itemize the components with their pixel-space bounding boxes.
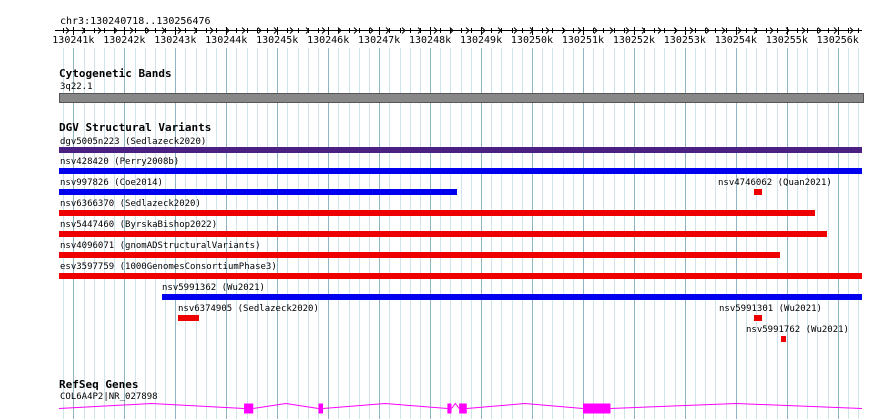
- dgv-feature-bar[interactable]: [59, 252, 780, 258]
- ruler-tick-label: 130246k: [307, 35, 350, 46]
- ruler-tick-label: 130252k: [612, 35, 655, 46]
- dgv-feature-label[interactable]: nsv6366370 (Sedlazeck2020): [60, 199, 201, 209]
- dgv-feature-label[interactable]: nsv5991362 (Wu2021): [162, 283, 265, 293]
- dgv-feature-label[interactable]: nsv6374905 (Sedlazeck2020): [178, 304, 319, 314]
- ruler-tick-label: 130253k: [663, 35, 706, 46]
- ruler-tick-label: 130244k: [205, 35, 248, 46]
- dgv-feature-label[interactable]: dgv5005n223 (Sedlazeck2020): [60, 137, 206, 147]
- dgv-feature-bar[interactable]: [59, 189, 457, 195]
- ruler-tick-label: 130249k: [459, 35, 503, 46]
- gene-exon[interactable]: [459, 403, 467, 414]
- dgv-feature-label[interactable]: nsv5991301 (Wu2021): [719, 304, 822, 314]
- genome-browser-view[interactable]: chr3:130240718..130256476 130241k 130242k…: [0, 0, 890, 419]
- ruler-tick-label: 130255k: [765, 35, 808, 46]
- gene-intron: [466, 402, 583, 409]
- dgv-feature-bar[interactable]: [59, 168, 862, 174]
- dgv-feature-bar[interactable]: [59, 147, 862, 153]
- dgv-track-title[interactable]: DGV Structural Variants: [59, 122, 211, 134]
- dgv-feature-bar[interactable]: [754, 315, 762, 321]
- ruler-tick-label: 130243k: [154, 35, 197, 46]
- cytoband-bar[interactable]: [59, 93, 864, 103]
- dgv-feature-label[interactable]: nsv4746062 (Quan2021): [718, 178, 832, 188]
- gene-exon[interactable]: [582, 403, 611, 414]
- ruler-tick-label: 130251k: [561, 35, 605, 46]
- gene-intron: [253, 402, 319, 409]
- gene-intron: [323, 402, 448, 409]
- refseq-gene-model[interactable]: [0, 398, 890, 419]
- ruler-tick-label: 130242k: [103, 35, 146, 46]
- dgv-feature-label[interactable]: nsv4096071 (gnomADStructuralVariants): [60, 241, 260, 251]
- gene-intron: [451, 402, 460, 409]
- dgv-feature-bar[interactable]: [162, 294, 862, 300]
- ruler-tick-label: 130254k: [714, 35, 757, 46]
- gene-exon[interactable]: [318, 403, 324, 414]
- dgv-feature-bar[interactable]: [178, 315, 199, 321]
- dgv-feature-bar[interactable]: [59, 273, 862, 279]
- gene-intron: [610, 402, 863, 409]
- dgv-feature-label[interactable]: esv3597759 (1000GenomesConsortiumPhase3): [60, 262, 277, 272]
- gene-exon[interactable]: [447, 403, 452, 414]
- ruler-tick-label: 130245k: [256, 35, 299, 46]
- cytoband-track-title[interactable]: Cytogenetic Bands: [59, 68, 172, 80]
- ruler-tick-label: 130247k: [358, 35, 401, 46]
- dgv-feature-label[interactable]: nsv997826 (Coe2014): [60, 178, 163, 188]
- gene-exon[interactable]: [244, 403, 254, 414]
- dgv-feature-bar[interactable]: [754, 189, 762, 195]
- dgv-feature-label[interactable]: nsv428420 (Perry2008b): [60, 157, 179, 167]
- dgv-feature-bar[interactable]: [781, 336, 786, 342]
- ruler-tick-label: 130256k: [816, 35, 859, 46]
- dgv-feature-label[interactable]: nsv5991762 (Wu2021): [746, 325, 849, 335]
- gene-intron: [58, 402, 245, 409]
- dgv-feature-bar[interactable]: [59, 210, 815, 216]
- ruler-tick-label: 130241k: [52, 35, 95, 46]
- ruler-tick-label: 130248k: [408, 35, 452, 46]
- dgv-feature-bar[interactable]: [59, 231, 827, 237]
- refseq-track-title[interactable]: RefSeq Genes: [59, 379, 138, 391]
- cytoband-label: 3q22.1: [60, 82, 93, 92]
- dgv-feature-label[interactable]: nsv5447460 (ByrskaBishop2022): [60, 220, 217, 230]
- ruler-tick-label: 130250k: [510, 35, 554, 46]
